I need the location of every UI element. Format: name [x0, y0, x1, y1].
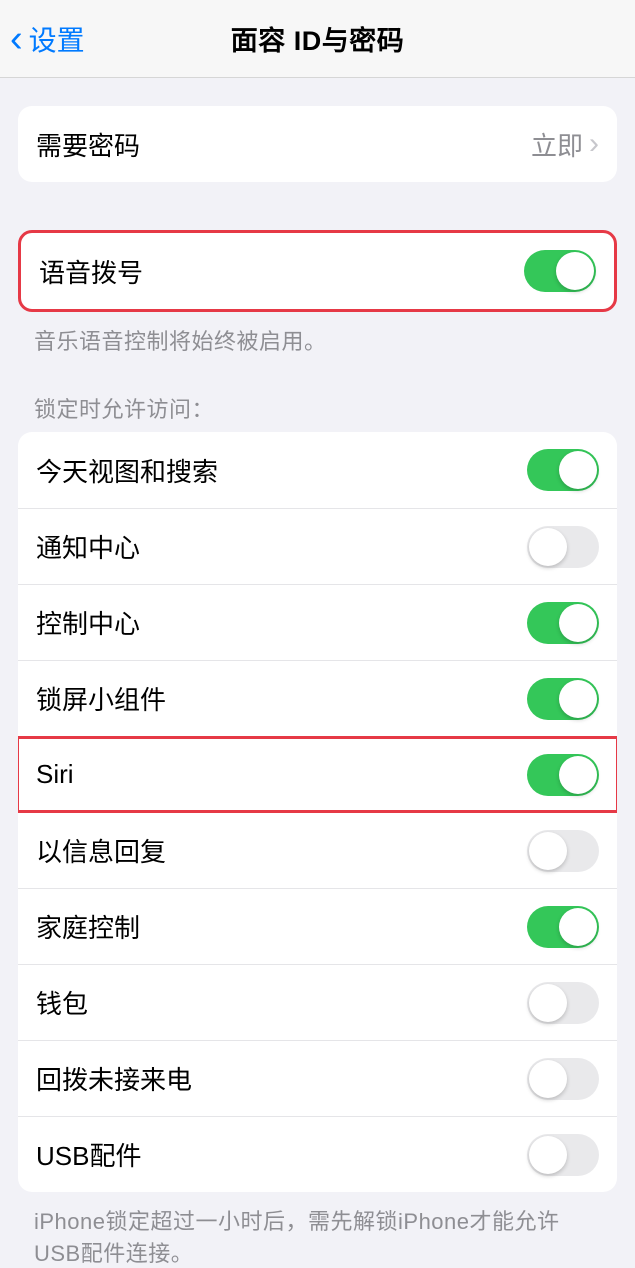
row-label: 家庭控制: [36, 908, 140, 945]
content: 需要密码 立即 › 语音拨号 音乐语音控制将始终被启用。 锁定时允许访问： 今天…: [0, 106, 635, 1268]
voice-dial-toggle[interactable]: [524, 250, 596, 292]
row-label: 控制中心: [36, 604, 140, 641]
toggle-knob: [529, 1136, 567, 1174]
voice-dial-row[interactable]: 语音拨号: [21, 233, 614, 309]
toggle-knob: [529, 832, 567, 870]
usb-accessories-toggle[interactable]: [527, 1134, 599, 1176]
lock-screen-widgets-toggle[interactable]: [527, 678, 599, 720]
locked-access-group: 今天视图和搜索 通知中心 控制中心 锁屏小组件 Siri 以信息回复 家庭控制: [18, 432, 617, 1192]
require-passcode-row[interactable]: 需要密码 立即 ›: [18, 106, 617, 182]
back-label: 设置: [29, 19, 85, 59]
callback-missed-toggle[interactable]: [527, 1058, 599, 1100]
require-passcode-label: 需要密码: [36, 126, 140, 163]
chevron-right-icon: ›: [589, 129, 599, 159]
page-title: 面容 ID与密码: [231, 19, 405, 58]
toggle-knob: [529, 528, 567, 566]
home-control-toggle[interactable]: [527, 906, 599, 948]
reply-with-message-toggle[interactable]: [527, 830, 599, 872]
back-button[interactable]: ‹ 设置: [0, 19, 85, 59]
toggle-knob: [529, 984, 567, 1022]
toggle-knob: [529, 1060, 567, 1098]
control-center-toggle[interactable]: [527, 602, 599, 644]
notification-center-row[interactable]: 通知中心: [18, 508, 617, 584]
locked-access-header: 锁定时允许访问：: [34, 392, 603, 424]
callback-missed-row[interactable]: 回拨未接来电: [18, 1040, 617, 1116]
toggle-knob: [559, 908, 597, 946]
row-right: 立即 ›: [531, 126, 599, 163]
notification-center-toggle[interactable]: [527, 526, 599, 568]
row-label: Siri: [36, 759, 74, 790]
today-view-toggle[interactable]: [527, 449, 599, 491]
siri-row[interactable]: Siri: [18, 736, 617, 812]
passcode-group: 需要密码 立即 ›: [18, 106, 617, 182]
locked-access-footer: iPhone锁定超过一小时后，需先解锁iPhone才能允许USB配件连接。: [34, 1204, 603, 1268]
nav-header: ‹ 设置 面容 ID与密码: [0, 0, 635, 78]
row-label: 通知中心: [36, 528, 140, 565]
toggle-knob: [559, 604, 597, 642]
home-control-row[interactable]: 家庭控制: [18, 888, 617, 964]
control-center-row[interactable]: 控制中心: [18, 584, 617, 660]
usb-accessories-row[interactable]: USB配件: [18, 1116, 617, 1192]
voice-dial-label: 语音拨号: [39, 253, 143, 290]
voice-dial-group: 语音拨号: [18, 230, 617, 312]
lock-screen-widgets-row[interactable]: 锁屏小组件: [18, 660, 617, 736]
chevron-left-icon: ‹: [10, 20, 23, 58]
toggle-knob: [556, 252, 594, 290]
row-label: 回拨未接来电: [36, 1060, 192, 1097]
row-label: 钱包: [36, 984, 88, 1021]
wallet-row[interactable]: 钱包: [18, 964, 617, 1040]
row-label: 锁屏小组件: [36, 680, 166, 717]
toggle-knob: [559, 451, 597, 489]
siri-toggle[interactable]: [527, 754, 599, 796]
today-view-row[interactable]: 今天视图和搜索: [18, 432, 617, 508]
reply-with-message-row[interactable]: 以信息回复: [18, 812, 617, 888]
row-label: 以信息回复: [36, 832, 166, 869]
require-passcode-value: 立即: [531, 126, 583, 163]
toggle-knob: [559, 680, 597, 718]
wallet-toggle[interactable]: [527, 982, 599, 1024]
voice-dial-footer: 音乐语音控制将始终被启用。: [34, 324, 603, 356]
row-label: USB配件: [36, 1136, 141, 1173]
toggle-knob: [559, 756, 597, 794]
row-label: 今天视图和搜索: [36, 452, 218, 489]
